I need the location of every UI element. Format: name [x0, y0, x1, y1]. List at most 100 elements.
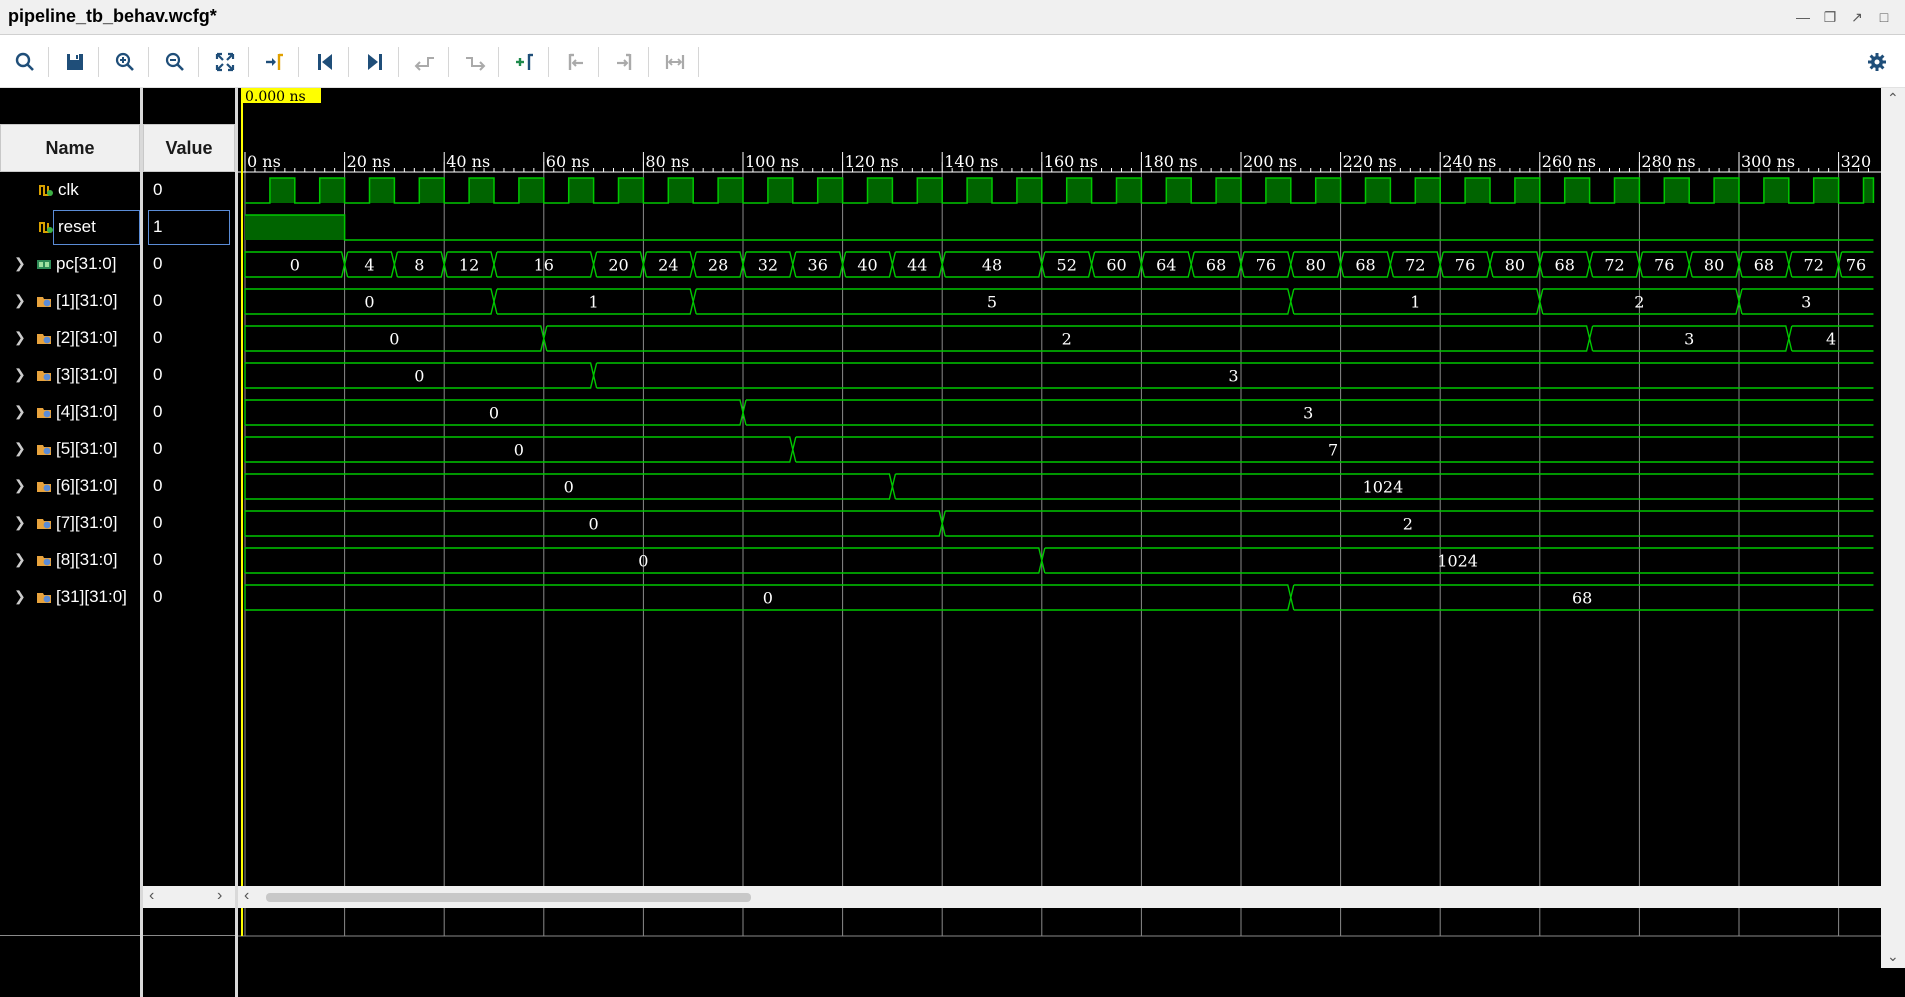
- zoom-in-icon[interactable]: [108, 45, 142, 79]
- clk-high-fill: [469, 178, 494, 203]
- expand-chevron-icon[interactable]: ❯: [14, 440, 26, 457]
- signal-row[interactable]: ❯ [6][31:0]: [0, 468, 140, 505]
- horizontal-scroll-thumb[interactable]: [266, 893, 751, 902]
- signal-row[interactable]: ❯ [5][31:0]: [0, 431, 140, 468]
- signal-row[interactable]: ❯ [7][31:0]: [0, 505, 140, 542]
- clk-high-fill: [1315, 178, 1341, 203]
- bus-value-label: 0: [638, 552, 648, 571]
- bus-value-label: 0: [389, 330, 399, 349]
- bus-value-label: 80: [1505, 256, 1525, 275]
- bus-value-label: 0: [564, 478, 574, 497]
- expand-chevron-icon[interactable]: ❯: [14, 551, 26, 568]
- bus-value-label: 0: [589, 515, 599, 534]
- register-icon: [36, 330, 52, 346]
- waveform-panel[interactable]: 0 ns 20 ns 40 ns 60 ns 80 ns 100 ns 120 ns 140 …: [238, 88, 1905, 997]
- previous-marker-icon[interactable]: [558, 45, 592, 79]
- bus-value-label: 64: [1156, 256, 1176, 275]
- ruler-label: 80 ns: [645, 152, 689, 171]
- scroll-left-icon[interactable]: ‹: [244, 887, 249, 905]
- go-to-end-icon[interactable]: [358, 45, 392, 79]
- clk-high-fill: [917, 178, 943, 203]
- next-transition-icon[interactable]: [458, 45, 492, 79]
- zoom-out-icon[interactable]: [158, 45, 192, 79]
- ruler-label: 40 ns: [446, 152, 490, 171]
- clk-high-fill: [668, 178, 694, 203]
- signal-row[interactable]: ❯ [31][31:0]: [0, 579, 140, 616]
- expand-chevron-icon[interactable]: ❯: [14, 514, 26, 531]
- expand-chevron-icon[interactable]: ❯: [14, 403, 26, 420]
- selected-name-outline: [53, 210, 140, 245]
- bus-signal-icon: [36, 256, 52, 272]
- previous-transition-icon[interactable]: [408, 45, 442, 79]
- selected-value-outline[interactable]: [148, 210, 230, 245]
- signal-value: 0: [143, 246, 235, 283]
- minimize-icon[interactable]: —: [1793, 8, 1813, 26]
- ruler-label: 240 ns: [1442, 152, 1496, 171]
- expand-chevron-icon[interactable]: ❯: [14, 292, 26, 309]
- settings-icon[interactable]: [1860, 45, 1894, 79]
- bus-value-label: 2: [1062, 330, 1072, 349]
- maximize-icon[interactable]: □: [1874, 8, 1894, 26]
- bus-value-label: 0: [514, 441, 524, 460]
- signal-row[interactable]: ❯ [4][31:0]: [0, 394, 140, 431]
- value-column-header[interactable]: Value: [143, 124, 235, 172]
- signal-name: [31][31:0]: [56, 587, 127, 606]
- bus-value-label: 2: [1634, 293, 1644, 312]
- bus-value-label: 72: [1405, 256, 1425, 275]
- expand-chevron-icon[interactable]: ❯: [14, 255, 26, 272]
- register-icon: [36, 441, 52, 457]
- signal-value: 0: [143, 172, 235, 209]
- signal-value: 0: [143, 542, 235, 579]
- value-horizontal-scrollbar[interactable]: ‹ ›: [143, 886, 235, 908]
- signal-value: 0: [143, 579, 235, 616]
- signal-row[interactable]: ❯ pc[31:0]: [0, 246, 140, 283]
- expand-chevron-icon[interactable]: ❯: [14, 588, 26, 605]
- clk-high-fill: [1514, 178, 1540, 203]
- clk-high-fill: [817, 178, 843, 203]
- next-marker-icon[interactable]: [608, 45, 642, 79]
- signal-row[interactable]: ❯ [3][31:0]: [0, 357, 140, 394]
- float-icon[interactable]: ↗: [1847, 8, 1867, 26]
- vertical-scrollbar[interactable]: ⌃ ⌄: [1881, 88, 1905, 968]
- bus-value-label: 80: [1306, 256, 1326, 275]
- go-to-start-icon[interactable]: [308, 45, 342, 79]
- bus-value-label: 0: [414, 367, 424, 386]
- scroll-right-icon[interactable]: ›: [217, 887, 222, 905]
- expand-chevron-icon[interactable]: ❯: [14, 329, 26, 346]
- bus-value-label: 32: [758, 256, 778, 275]
- register-icon: [36, 367, 52, 383]
- clk-high-fill: [419, 178, 445, 203]
- signal-name: clk: [58, 180, 79, 199]
- signal-row[interactable]: ❯ [2][31:0]: [0, 320, 140, 357]
- zoom-fit-icon[interactable]: [208, 45, 242, 79]
- clk-high-fill: [1763, 178, 1789, 203]
- scroll-down-icon[interactable]: ⌄: [1887, 948, 1899, 965]
- bus-value-label: 76: [1654, 256, 1674, 275]
- name-column-header[interactable]: Name: [0, 124, 140, 172]
- bus-value-label: 7: [1328, 441, 1338, 460]
- signal-row[interactable]: ❯ [8][31:0]: [0, 542, 140, 579]
- clk-high-fill: [1863, 178, 1874, 203]
- clk-high-fill: [718, 178, 743, 203]
- expand-chevron-icon[interactable]: ❯: [14, 477, 26, 494]
- value-text: 0: [153, 291, 163, 310]
- expand-chevron-icon[interactable]: ❯: [14, 366, 26, 383]
- signal-name: [7][31:0]: [56, 513, 118, 532]
- waveform-canvas[interactable]: 0 ns 20 ns 40 ns 60 ns 80 ns 100 ns 120 ns 140 …: [238, 88, 1881, 968]
- waveform-window: pipeline_tb_behav.wcfg* — ❐ ↗ □ Name clk…: [0, 0, 1905, 997]
- clk-high-fill: [369, 178, 395, 203]
- add-marker-icon[interactable]: [508, 45, 542, 79]
- wave-horizontal-scrollbar[interactable]: ‹: [238, 886, 1905, 908]
- signal-row[interactable]: ❯ [1][31:0]: [0, 283, 140, 320]
- restore-icon[interactable]: ❐: [1820, 8, 1840, 26]
- save-icon[interactable]: [58, 45, 92, 79]
- clk-high-fill: [1614, 178, 1640, 203]
- signal-row[interactable]: clk: [0, 172, 140, 209]
- search-icon[interactable]: [8, 45, 42, 79]
- swap-cursors-icon[interactable]: [658, 45, 692, 79]
- scroll-left-icon[interactable]: ‹: [149, 887, 154, 905]
- scroll-up-icon[interactable]: ⌃: [1887, 90, 1899, 107]
- ruler-label: 320: [1841, 152, 1872, 171]
- bus-value-label: 1024: [1363, 478, 1404, 497]
- go-to-cursor-icon[interactable]: [258, 45, 292, 79]
